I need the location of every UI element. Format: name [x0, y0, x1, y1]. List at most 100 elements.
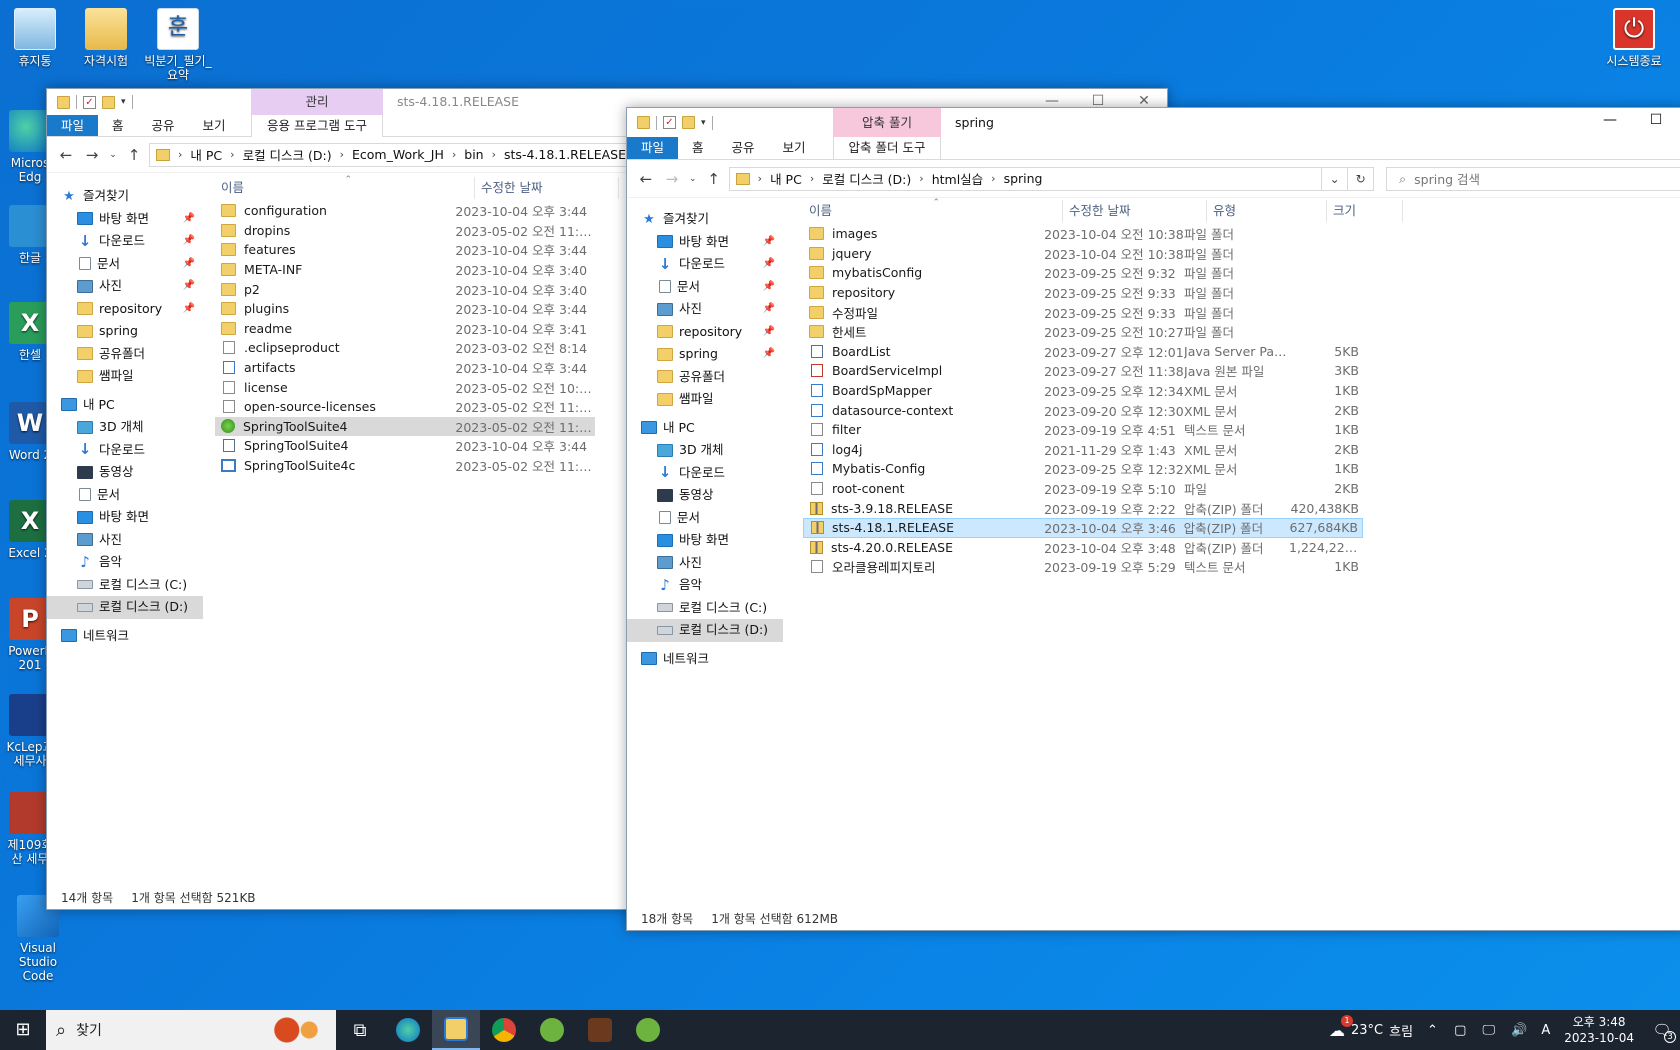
desktop-icon-document[interactable]: 빅분기_필기_ 요약	[140, 8, 216, 82]
recent-locations-button[interactable]: ⌄	[107, 150, 119, 160]
tab-application-tools[interactable]: 응용 프로그램 도구	[251, 115, 383, 137]
file-row[interactable]: readme 2023-10-04 오후 3:41	[215, 319, 595, 339]
nav-item[interactable]: 바탕 화면	[47, 506, 203, 529]
file-row[interactable]: root-conent 2023-09-19 오후 5:10 파일 2KB	[803, 479, 1363, 499]
taskbar-app-edge[interactable]	[384, 1010, 432, 1050]
tab-view[interactable]: 보기	[769, 137, 820, 159]
search-input[interactable]: 찾기	[76, 1020, 102, 1040]
refresh-button[interactable]: ↻	[1347, 167, 1373, 190]
nav-item[interactable]: 네트워크	[47, 625, 203, 648]
new-folder-icon[interactable]	[102, 95, 115, 109]
nav-item[interactable]: ↓ 다운로드	[47, 439, 203, 462]
file-row[interactable]: sts-4.18.1.RELEASE 2023-10-04 오후 3:46 압축(Z…	[803, 517, 1363, 538]
nav-item[interactable]: 로컬 디스크 (D:)	[47, 596, 203, 619]
file-row[interactable]: open-source-licenses 2023-05-02 오전 11:19	[215, 397, 595, 417]
taskbar-app-chrome[interactable]	[480, 1010, 528, 1050]
new-folder-icon[interactable]	[682, 116, 695, 129]
nav-item[interactable]: 사진 📌	[47, 275, 203, 298]
breadcrumb-item[interactable]: 내 PC	[770, 169, 802, 188]
tray-icons[interactable]: ⌃ ▢ 🖵 🔊	[1427, 1023, 1533, 1038]
nav-item[interactable]: 동영상	[627, 484, 783, 507]
file-row[interactable]: license 2023-05-02 오전 10:58	[215, 377, 595, 397]
nav-item[interactable]: ♪ 음악	[627, 574, 783, 597]
nav-item[interactable]: 쌤파일	[47, 365, 203, 388]
breadcrumb-item[interactable]: Ecom_Work_JH	[352, 147, 444, 162]
up-button[interactable]: ↑	[703, 170, 725, 188]
file-row[interactable]: BoardList 2023-09-27 오후 12:01 Java Server …	[803, 342, 1363, 362]
nav-item[interactable]: ★ 즐겨찾기	[47, 185, 203, 208]
nav-item[interactable]: 문서 📌	[627, 276, 783, 299]
nav-item[interactable]: 공유폴더	[47, 343, 203, 366]
breadcrumb-item[interactable]: 로컬 디스크 (D:)	[243, 145, 332, 164]
nav-item[interactable]: 문서 📌	[47, 253, 203, 276]
nav-item[interactable]: 문서	[627, 507, 783, 530]
qat-dropdown[interactable]: ▾	[121, 97, 126, 107]
nav-item[interactable]: 내 PC	[47, 394, 203, 417]
maximize-button[interactable]: ☐	[1633, 108, 1679, 134]
file-row[interactable]: SpringToolSuite4c 2023-05-02 오전 11:09	[215, 456, 595, 476]
nav-item[interactable]: ↓ 다운로드	[627, 462, 783, 485]
address-bar[interactable]: › 내 PC › 로컬 디스크 (D:) › html실습 › spring ⌄…	[728, 166, 1375, 191]
recent-locations-button[interactable]: ⌄	[687, 174, 699, 184]
nav-item[interactable]: ♪ 음악	[47, 551, 203, 574]
file-row[interactable]: META-INF 2023-10-04 오후 3:40	[215, 260, 595, 280]
file-row[interactable]: SpringToolSuite4 2023-05-02 오전 11:19	[215, 416, 595, 437]
file-row[interactable]: jquery 2023-10-04 오전 10:38 파일 폴더	[803, 244, 1363, 264]
breadcrumb-item[interactable]: sts-4.18.1.RELEASE	[504, 147, 626, 162]
nav-item[interactable]: 3D 개체	[627, 439, 783, 462]
nav-item[interactable]: 바탕 화면 📌	[47, 208, 203, 231]
tab-home[interactable]: 홈	[98, 115, 138, 136]
file-row[interactable]: log4j 2021-11-29 오후 1:43 XML 문서 2KB	[803, 440, 1363, 460]
search-box[interactable]: ⌕ spring 검색	[1386, 166, 1680, 191]
qat-dropdown[interactable]: ▾	[701, 118, 706, 128]
column-header-type[interactable]: 유형	[1207, 200, 1327, 222]
breadcrumb-item[interactable]: spring	[1004, 171, 1043, 186]
up-button[interactable]: ↑	[123, 146, 145, 164]
column-header-name[interactable]: 이름 ⌃	[803, 198, 1063, 222]
column-header-name[interactable]: 이름 ⌃	[215, 175, 475, 199]
file-row[interactable]: filter 2023-09-19 오후 4:51 텍스트 문서 1KB	[803, 420, 1363, 440]
file-row[interactable]: 수정파일 2023-09-25 오전 9:33 파일 폴더	[803, 302, 1363, 322]
file-row[interactable]: datasource-context 2023-09-20 오후 12:30 XML…	[803, 400, 1363, 420]
nav-item[interactable]: ↓ 다운로드 📌	[47, 230, 203, 253]
column-header-size[interactable]: 크기	[1327, 200, 1403, 222]
weather-widget[interactable]: ☁ 1 23°C 흐림	[1329, 1014, 1413, 1040]
tab-share[interactable]: 공유	[138, 115, 189, 136]
desktop-icon-folder[interactable]: 자격시험	[68, 8, 144, 68]
taskbar-search[interactable]: ⌕ 찾기	[46, 1010, 336, 1050]
back-button[interactable]: ←	[55, 146, 77, 164]
nav-item[interactable]: 3D 개체	[47, 416, 203, 439]
file-row[interactable]: sts-3.9.18.RELEASE 2023-09-19 오후 2:22 압축(Z…	[803, 498, 1363, 518]
file-row[interactable]: repository 2023-09-25 오전 9:33 파일 폴더	[803, 283, 1363, 303]
nav-item[interactable]: 바탕 화면	[627, 529, 783, 552]
file-row[interactable]: images 2023-10-04 오전 10:38 파일 폴더	[803, 224, 1363, 244]
file-row[interactable]: SpringToolSuite4 2023-10-04 오후 3:44	[215, 436, 595, 456]
nav-item[interactable]: spring	[47, 320, 203, 343]
breadcrumb-item[interactable]: 로컬 디스크 (D:)	[822, 169, 911, 188]
input-method-indicator[interactable]: A	[1541, 1023, 1550, 1038]
folder-icon[interactable]	[57, 95, 70, 109]
file-row[interactable]: BoardServiceImpl 2023-09-27 오전 11:38 Java …	[803, 361, 1363, 381]
desktop-icon-recycle-bin[interactable]: 휴지통	[0, 8, 73, 68]
nav-item[interactable]: 동영상	[47, 461, 203, 484]
tab-compressed-folder-tools[interactable]: 압축 폴더 도구	[833, 137, 941, 159]
nav-item[interactable]: 사진	[627, 552, 783, 575]
tab-view[interactable]: 보기	[189, 115, 240, 136]
nav-item[interactable]: 내 PC	[627, 417, 783, 440]
back-button[interactable]: ←	[635, 170, 657, 188]
clock[interactable]: 오후 3:48 2023-10-04	[1554, 1014, 1644, 1046]
nav-item[interactable]: 사진 📌	[627, 298, 783, 321]
search-input[interactable]: spring 검색	[1414, 169, 1480, 188]
file-row[interactable]: 한세트 2023-09-25 오전 10:27 파일 폴더	[803, 322, 1363, 342]
file-row[interactable]: configuration 2023-10-04 오후 3:44	[215, 201, 595, 221]
nav-item[interactable]: 로컬 디스크 (C:)	[627, 597, 783, 620]
file-row[interactable]: 오라클용레피지토리 2023-09-19 오후 5:29 텍스트 문서 1KB	[803, 557, 1363, 577]
nav-item[interactable]: 쌤파일	[627, 388, 783, 411]
minimize-button[interactable]: —	[1587, 108, 1633, 134]
properties-icon[interactable]: ✓	[83, 95, 96, 109]
nav-item[interactable]: 사진	[47, 529, 203, 552]
breadcrumb-item[interactable]: bin	[464, 147, 483, 162]
nav-item[interactable]: spring 📌	[627, 343, 783, 366]
file-row[interactable]: plugins 2023-10-04 오후 3:44	[215, 299, 595, 319]
breadcrumb-item[interactable]: html실습	[932, 169, 983, 188]
